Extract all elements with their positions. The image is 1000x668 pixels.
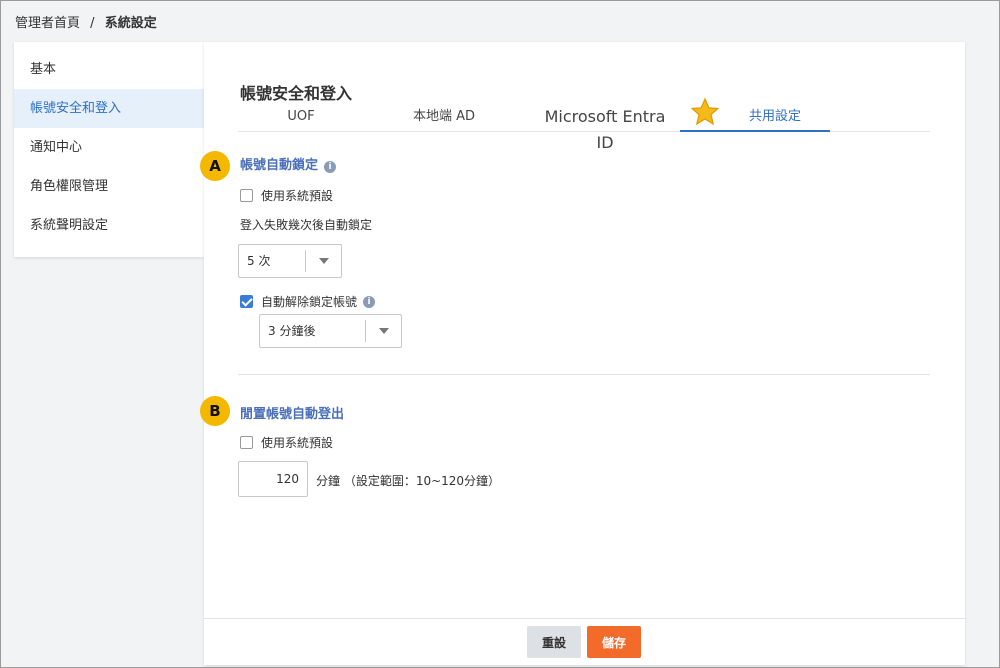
idle-use-default-label: 使用系統預設 bbox=[261, 436, 334, 450]
tab-local-ad[interactable]: 本地端 AD bbox=[398, 104, 490, 132]
marker-a: A bbox=[200, 151, 230, 181]
breadcrumb-current: 系統設定 bbox=[104, 16, 157, 31]
footer-bar: 重設 儲存 bbox=[204, 618, 965, 665]
idle-use-default-checkbox[interactable] bbox=[240, 436, 253, 449]
sidebar-item-system-statement[interactable]: 系統聲明設定 bbox=[14, 206, 204, 245]
lockout-attempts-label: 登入失敗幾次後自動鎖定 bbox=[240, 218, 373, 232]
auto-unlock-checkbox[interactable] bbox=[240, 295, 253, 308]
idle-minutes-unit: 分鐘 （設定範圍：10~120分鐘） bbox=[316, 474, 501, 488]
main-panel: 帳號安全和登入 UOF 本地端 AD Microsoft Entra ID 共用… bbox=[200, 42, 965, 665]
info-icon[interactable]: i bbox=[324, 161, 337, 173]
lockout-attempts-value: 5 次 bbox=[247, 254, 271, 268]
tab-uof[interactable]: UOF bbox=[268, 104, 334, 132]
lockout-use-default-checkbox[interactable] bbox=[240, 189, 253, 202]
breadcrumb-separator: / bbox=[90, 16, 95, 31]
section-divider bbox=[238, 374, 930, 375]
auto-unlock-label: 自動解除鎖定帳號 bbox=[261, 295, 358, 309]
sidebar-item-role-permissions[interactable]: 角色權限管理 bbox=[14, 167, 204, 206]
breadcrumb-home[interactable]: 管理者首頁 bbox=[15, 16, 80, 31]
unlock-time-select[interactable]: 3 分鐘後 bbox=[259, 314, 402, 348]
auto-unlock-row[interactable]: 自動解除鎖定帳號 i bbox=[240, 293, 376, 310]
tab-bar: UOF 本地端 AD Microsoft Entra ID 共用設定 bbox=[238, 104, 930, 152]
star-icon bbox=[690, 97, 720, 126]
sidebar-item-account-security[interactable]: 帳號安全和登入 bbox=[14, 89, 204, 128]
marker-b: B bbox=[200, 396, 230, 426]
lockout-use-default-label: 使用系統預設 bbox=[261, 189, 334, 203]
lockout-attempts-select[interactable]: 5 次 bbox=[238, 244, 342, 278]
unlock-time-value: 3 分鐘後 bbox=[268, 324, 316, 338]
sidebar-item-basic[interactable]: 基本 bbox=[14, 50, 204, 89]
page-title: 帳號安全和登入 bbox=[240, 84, 353, 103]
lockout-section-title: 帳號自動鎖定 i bbox=[240, 154, 337, 173]
idle-minutes-input[interactable] bbox=[238, 461, 308, 497]
reset-button[interactable]: 重設 bbox=[527, 626, 581, 658]
save-button[interactable]: 儲存 bbox=[587, 626, 641, 658]
chevron-down-icon[interactable] bbox=[305, 250, 341, 272]
settings-sidebar: 基本 帳號安全和登入 通知中心 角色權限管理 系統聲明設定 bbox=[14, 42, 204, 257]
lockout-use-default-row[interactable]: 使用系統預設 bbox=[240, 187, 333, 204]
tab-microsoft-entra-id[interactable]: Microsoft Entra ID bbox=[534, 104, 676, 152]
breadcrumb: 管理者首頁 / 系統設定 bbox=[15, 12, 157, 31]
lockout-title-text: 帳號自動鎖定 bbox=[240, 158, 319, 173]
sidebar-item-notification-center[interactable]: 通知中心 bbox=[14, 128, 204, 167]
idle-use-default-row[interactable]: 使用系統預設 bbox=[240, 434, 333, 451]
chevron-down-icon[interactable] bbox=[365, 320, 401, 342]
info-icon[interactable]: i bbox=[363, 295, 376, 308]
idle-section-title: 閒置帳號自動登出 bbox=[240, 407, 345, 422]
